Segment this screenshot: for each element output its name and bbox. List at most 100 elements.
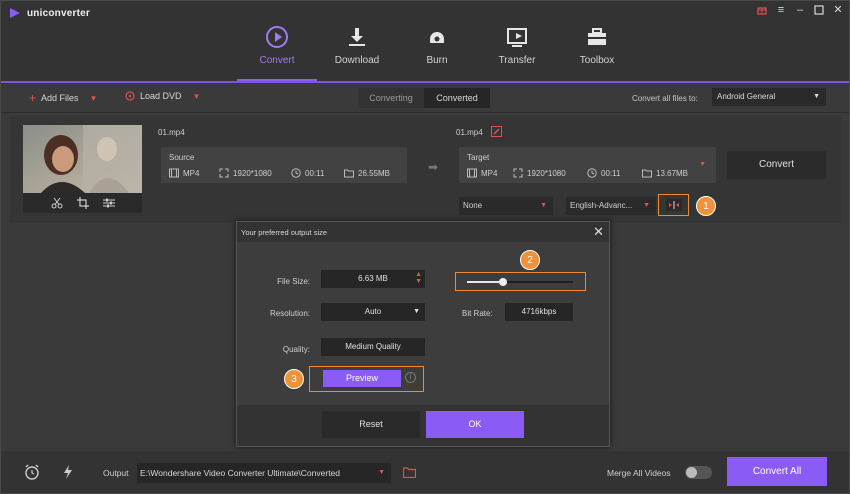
source-title: Source [169,153,195,162]
edit-icon[interactable] [491,126,502,137]
step-badge-2: 2 [520,250,540,270]
folder-icon [344,169,354,178]
resolution-select[interactable]: Auto ▼ [321,303,425,321]
tab-converting[interactable]: Converting [358,88,424,108]
chevron-down-icon[interactable]: ▼ [193,92,201,101]
add-files-button[interactable]: + Add Files ▼ [29,91,97,105]
nav-download-label: Download [334,55,380,66]
ok-button[interactable]: OK [426,411,524,438]
convert-all-to-label: Convert all files to: [632,94,698,103]
menu-icon[interactable]: ≡ [776,5,786,16]
plus-icon: + [29,91,37,105]
dialog-header: Your preferred output size ✕ [237,222,609,242]
chevron-down-icon: ▼ [540,202,547,209]
gift-icon[interactable] [757,5,767,15]
chevron-down-icon[interactable]: ▼ [699,161,706,168]
scissors-icon[interactable] [51,197,63,209]
bit-rate-label: Bit Rate: [462,309,493,318]
output-path-select[interactable]: E:\Wondershare Video Converter Ultimate\… [137,463,391,483]
bit-rate-value: 4716kbps [521,307,557,316]
video-thumbnail[interactable] [23,125,142,193]
film-icon [467,168,477,178]
resolution-label: Resolution: [269,309,310,318]
nav-convert-label: Convert [259,55,295,66]
nav-download[interactable]: Download [317,21,397,82]
source-size: 26.55MB [344,168,390,178]
quality-field: Medium Quality [321,338,425,356]
audio-track-value: English-Advanc... [570,201,633,210]
effects-icon[interactable] [102,197,115,209]
preview-highlight: Preview i [309,366,424,392]
target-duration: 00:11 [587,168,620,178]
app-window: uniconverter ≡ – ✕ Convert Download Burn [0,0,850,494]
output-format-select[interactable]: Android General ▼ [712,88,826,106]
maximize-icon[interactable] [814,5,824,15]
merge-videos-toggle[interactable] [685,466,712,479]
lightning-icon[interactable] [60,464,76,480]
nav-transfer[interactable]: Transfer [477,21,557,82]
audio-track-select[interactable]: English-Advanc... ▼ [566,197,656,215]
target-file-name: 01.mp4 [456,128,483,137]
nav-convert[interactable]: Convert [237,21,317,82]
slider-handle[interactable] [499,278,508,286]
source-resolution-value: 1920*1080 [233,168,272,178]
source-info-panel: Source MP4 1920*1080 00:11 26.55MB [161,147,407,183]
crop-icon[interactable] [76,197,89,209]
reset-button[interactable]: Reset [322,411,420,438]
output-format-value: Android General [717,92,776,101]
file-size-label: File Size: [277,277,310,286]
minimize-icon[interactable]: – [795,5,805,16]
arrow-right-icon: ➡ [428,160,439,174]
compress-button[interactable] [658,194,689,216]
source-format: MP4 [169,168,199,178]
dialog-footer: Reset OK [237,405,609,446]
resolution-icon [219,168,229,178]
logo-icon [10,8,20,18]
file-size-slider[interactable] [467,278,573,286]
alarm-clock-icon[interactable] [24,464,40,480]
load-dvd-label: Load DVD [140,91,182,101]
film-icon [169,168,179,178]
target-title: Target [467,153,490,162]
load-dvd-button[interactable]: Load DVD ▼ [125,91,200,101]
transfer-icon [507,28,527,47]
close-icon[interactable]: ✕ [593,224,604,240]
bit-rate-field: 4716kbps [505,303,573,321]
step-badge-1: 1 [696,196,716,216]
preview-button[interactable]: Preview [323,370,401,387]
slider-fill [467,281,504,283]
toolbox-icon [588,28,606,45]
target-format: MP4 [467,168,497,178]
dvd-icon [125,91,135,101]
quality-value: Medium Quality [345,342,401,351]
nav-burn[interactable]: Burn [397,21,477,82]
convert-all-button[interactable]: Convert All [727,457,827,486]
convert-button[interactable]: Convert [727,151,826,179]
target-duration-value: 00:11 [601,168,621,178]
tab-converted[interactable]: Converted [424,88,490,108]
merge-videos-label: Merge All Videos [607,468,671,478]
app-title: uniconverter [27,7,90,19]
file-size-input[interactable]: 6.63 MB ▲ ▼ [321,270,425,288]
clock-icon [587,168,597,178]
output-path-value: E:\Wondershare Video Converter Ultimate\… [140,468,341,478]
target-resolution: 1920*1080 [513,168,566,178]
nav-toolbox[interactable]: Toolbox [557,21,637,82]
main-nav: Convert Download Burn Transfer Toolbox [237,21,637,82]
source-resolution: 1920*1080 [219,168,272,178]
toggle-knob [686,467,697,478]
chevron-down-icon[interactable]: ▼ [90,94,98,103]
close-icon[interactable]: ✕ [833,5,843,16]
conversion-tabs: Converting Converted [358,88,490,108]
nav-transfer-label: Transfer [498,55,536,66]
window-controls: ≡ – ✕ [757,5,843,16]
subtitle-select[interactable]: None ▼ [459,197,553,215]
stepper-icon[interactable]: ▲ ▼ [415,271,422,285]
file-size-value: 6.63 MB [358,274,388,283]
resolution-value: Auto [364,307,382,316]
source-format-value: MP4 [183,168,200,178]
info-icon[interactable]: i [405,372,416,383]
compress-icon [665,199,682,211]
folder-icon[interactable] [403,466,416,478]
nav-burn-label: Burn [426,55,448,66]
